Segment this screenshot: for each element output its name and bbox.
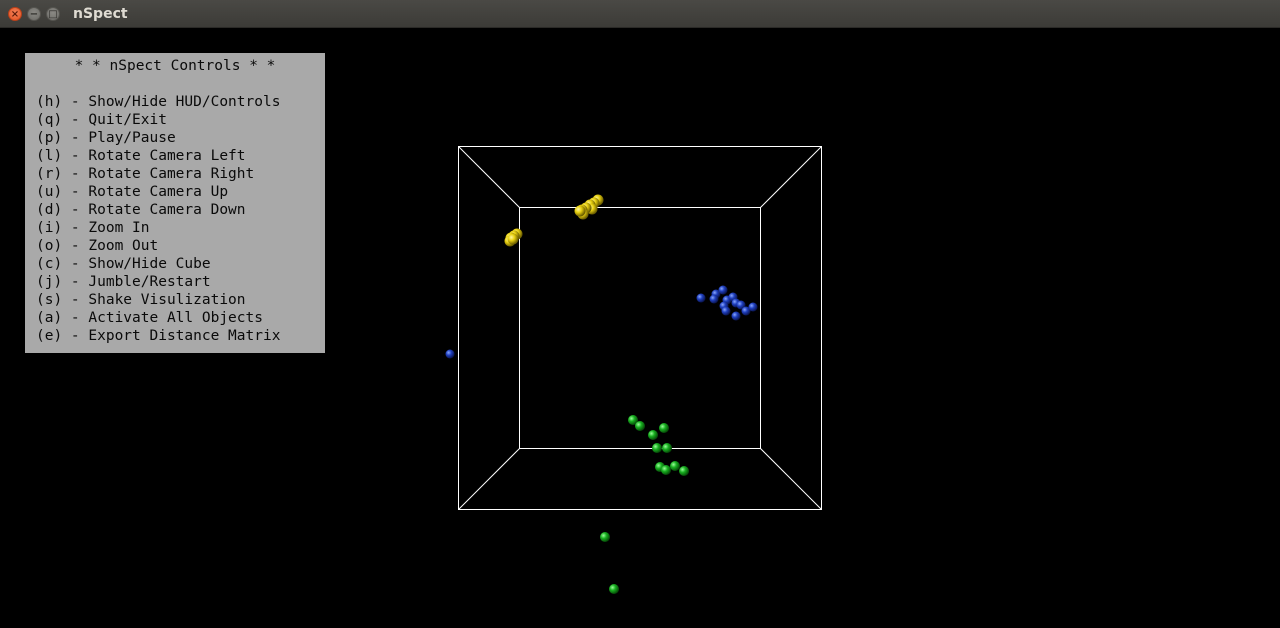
hud-item-jumble: (j) - Jumble/Restart [36, 274, 211, 290]
cube-inner-face [519, 207, 761, 449]
green-sphere[interactable] [670, 461, 680, 471]
blue-sphere[interactable] [445, 349, 455, 359]
object-spheres[interactable] [445, 194, 758, 595]
yellow-sphere[interactable] [507, 233, 519, 245]
cube-edge [760, 146, 822, 208]
blue-sphere[interactable] [709, 294, 719, 304]
cube-edge [458, 448, 520, 510]
green-sphere[interactable] [600, 532, 610, 542]
hud-item-rotate-left: (l) - Rotate Camera Left [36, 148, 246, 164]
hud-title: * * nSpect Controls * * [74, 58, 276, 74]
yellow-sphere[interactable] [574, 205, 586, 217]
hud-item-cube-toggle: (c) - Show/Hide Cube [36, 256, 211, 272]
hud-item-rotate-down: (d) - Rotate Camera Down [36, 202, 246, 218]
hud-controls-list: (h) - Show/Hide HUD/Controls (q) - Quit/… [36, 93, 280, 345]
cube-edge [760, 448, 822, 510]
green-sphere[interactable] [635, 421, 645, 431]
blue-sphere[interactable] [718, 285, 728, 295]
hud-item-quit: (q) - Quit/Exit [36, 112, 167, 128]
hud-item-play-pause: (p) - Play/Pause [36, 130, 176, 146]
green-sphere[interactable] [652, 443, 662, 453]
blue-sphere[interactable] [721, 306, 731, 316]
controls-hud: * * nSpect Controls * * (h) - Show/Hide … [25, 53, 325, 353]
green-sphere[interactable] [679, 466, 689, 476]
hud-item-rotate-up: (u) - Rotate Camera Up [36, 184, 229, 200]
hud-item-shake: (s) - Shake Visulization [36, 292, 246, 308]
blue-sphere[interactable] [731, 311, 741, 321]
cube-edge [458, 146, 520, 208]
green-sphere[interactable] [659, 423, 669, 433]
hud-item-activate-all: (a) - Activate All Objects [36, 310, 263, 326]
green-sphere[interactable] [662, 443, 672, 453]
hud-item-rotate-right: (r) - Rotate Camera Right [36, 166, 255, 182]
green-sphere[interactable] [609, 584, 619, 594]
blue-sphere[interactable] [748, 302, 758, 312]
blue-sphere[interactable] [696, 293, 706, 303]
cube-wireframe [458, 146, 822, 510]
hud-item-hud-toggle: (h) - Show/Hide HUD/Controls [36, 94, 281, 110]
app-window: × − □ nSpect * * nSpect Controls * * (h)… [0, 0, 1280, 628]
hud-item-zoom-in: (i) - Zoom In [36, 220, 150, 236]
hud-item-export: (e) - Export Distance Matrix [36, 328, 281, 344]
green-sphere[interactable] [648, 430, 658, 440]
green-sphere[interactable] [661, 465, 671, 475]
hud-item-zoom-out: (o) - Zoom Out [36, 238, 159, 254]
